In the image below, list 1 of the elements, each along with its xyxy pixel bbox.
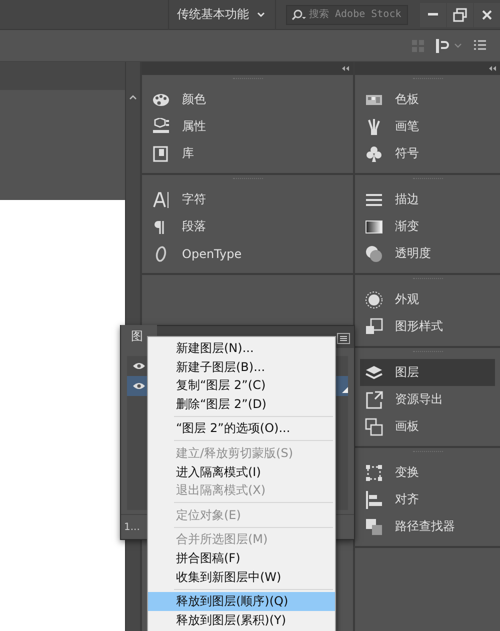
layer-count: 1... xyxy=(124,522,140,532)
